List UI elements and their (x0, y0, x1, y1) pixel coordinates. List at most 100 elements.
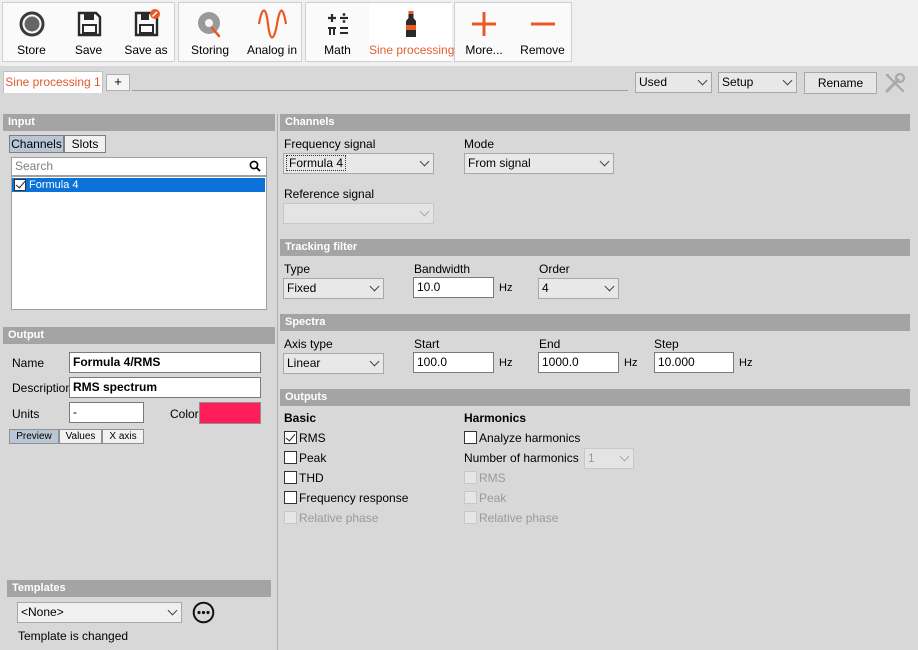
save-button[interactable]: Save (60, 3, 117, 61)
list-item[interactable]: Formula 4 (12, 178, 265, 192)
math-button[interactable]: Math (306, 3, 369, 61)
thd-checkbox[interactable] (284, 471, 297, 484)
color-swatch[interactable] (199, 402, 261, 424)
number-of-harmonics-select[interactable]: 1 (584, 448, 634, 469)
tab-strip-line (132, 90, 628, 91)
list-item-label: Formula 4 (29, 179, 79, 191)
end-field[interactable]: 1000.0 (538, 352, 619, 373)
step-field[interactable]: 10.000 (654, 352, 734, 373)
toolbar: Store Save Save as Storing Analog in Mat… (0, 0, 918, 66)
mode-select[interactable]: From signal (464, 153, 614, 174)
toolbar-group-acquisition: Storing Analog in (178, 2, 302, 62)
frequency-signal-select[interactable]: Formula 4 (283, 153, 434, 174)
floppy-disk-icon (77, 11, 101, 37)
setup-select[interactable]: Setup (718, 72, 797, 93)
description-field[interactable]: RMS spectrum (69, 377, 261, 398)
number-of-harmonics-label: Number of harmonics (464, 451, 579, 465)
end-label: End (539, 337, 561, 351)
axis-type-select[interactable]: Linear (283, 353, 384, 374)
used-select[interactable]: Used (635, 72, 712, 93)
template-status-text: Template is changed (18, 629, 129, 643)
start-field[interactable]: 100.0 (413, 352, 494, 373)
harmonics-peak-label: Peak (479, 491, 507, 505)
plus-icon (472, 12, 496, 36)
sine-processing-label: Sine processing (369, 43, 455, 57)
analog-in-label: Analog in (246, 43, 298, 57)
chevron-down-icon (369, 281, 380, 292)
tab-x-axis[interactable]: X axis (102, 429, 144, 444)
frequency-response-label: Frequency response (299, 491, 409, 505)
math-label: Math (324, 43, 351, 57)
more-options-icon[interactable] (192, 601, 215, 624)
chevron-down-icon (419, 206, 430, 217)
order-select[interactable]: 4 (538, 278, 619, 299)
filter-type-select[interactable]: Fixed (283, 278, 384, 299)
remove-button[interactable]: Remove (513, 3, 572, 61)
save-as-button[interactable]: Save as (117, 3, 175, 61)
order-value: 4 (542, 281, 549, 295)
relative-phase-checkbox[interactable] (284, 511, 297, 524)
save-label: Save (74, 43, 103, 57)
reference-signal-label: Reference signal (284, 187, 375, 201)
end-unit: Hz (624, 357, 638, 369)
channel-list[interactable] (11, 176, 267, 310)
number-of-harmonics-value: 1 (588, 451, 595, 465)
thd-label: THD (299, 471, 324, 485)
storing-button[interactable]: Storing (179, 3, 241, 61)
reference-signal-select[interactable] (283, 203, 434, 224)
harmonics-rms-checkbox[interactable] (464, 471, 477, 484)
frequency-signal-value: Formula 4 (285, 155, 347, 171)
chevron-down-icon (369, 356, 380, 367)
start-unit: Hz (499, 357, 513, 369)
chevron-down-icon (599, 156, 610, 167)
rename-button[interactable]: Rename (804, 72, 877, 94)
units-field[interactable]: - (69, 402, 144, 423)
tab-sine-processing-1[interactable]: Sine processing 1 (3, 71, 103, 93)
template-select[interactable]: <None> (17, 602, 182, 623)
record-circle-icon (19, 11, 44, 37)
tracking-filter-section-header: Tracking filter (280, 239, 910, 256)
harmonics-relative-phase-label: Relative phase (479, 511, 559, 525)
description-label: Description (12, 381, 73, 395)
chevron-down-icon (419, 156, 430, 167)
peak-label: Peak (299, 451, 327, 465)
analyze-harmonics-checkbox[interactable] (464, 431, 477, 444)
tab-preview[interactable]: Preview (9, 429, 59, 444)
search-placeholder: Search (15, 159, 54, 173)
wrench-screwdriver-icon[interactable] (883, 71, 907, 95)
bandwidth-field[interactable]: 10.0 (413, 277, 494, 298)
chevron-down-icon (782, 75, 793, 86)
more-button[interactable]: More... (455, 3, 513, 61)
chevron-down-icon (604, 281, 615, 292)
tab-values[interactable]: Values (59, 429, 102, 444)
store-button[interactable]: Store (3, 3, 60, 61)
chevron-down-icon (619, 451, 630, 462)
channels-segment-button[interactable]: Channels (9, 135, 64, 153)
storing-label: Storing (190, 43, 230, 57)
harmonics-relative-phase-checkbox[interactable] (464, 511, 477, 524)
search-icon[interactable] (249, 160, 261, 172)
templates-section-header: Templates (7, 580, 271, 597)
formula-4-checkbox[interactable] (14, 178, 26, 191)
start-label: Start (414, 337, 440, 351)
slots-segment-button[interactable]: Slots (64, 135, 106, 153)
panel-divider (277, 114, 278, 650)
bandwidth-label: Bandwidth (414, 262, 471, 276)
input-section-header: Input (3, 114, 275, 131)
analog-in-button[interactable]: Analog in (241, 3, 303, 61)
output-section-header: Output (3, 327, 275, 344)
harmonics-peak-checkbox[interactable] (464, 491, 477, 504)
search-input[interactable]: Search (11, 157, 267, 176)
step-unit: Hz (739, 357, 753, 369)
add-tab-button[interactable]: + (106, 74, 130, 91)
sine-processing-button[interactable]: Sine processing (369, 3, 455, 61)
name-field[interactable]: Formula 4/RMS (69, 352, 261, 373)
frequency-response-checkbox[interactable] (284, 491, 297, 504)
rms-checkbox[interactable] (284, 431, 297, 444)
storing-disc-icon (198, 12, 221, 38)
step-label: Step (654, 337, 679, 351)
order-label: Order (539, 262, 570, 276)
used-select-value: Used (639, 75, 668, 89)
toolbar-group-processing: Math Sine processing (305, 2, 455, 62)
peak-checkbox[interactable] (284, 451, 297, 464)
